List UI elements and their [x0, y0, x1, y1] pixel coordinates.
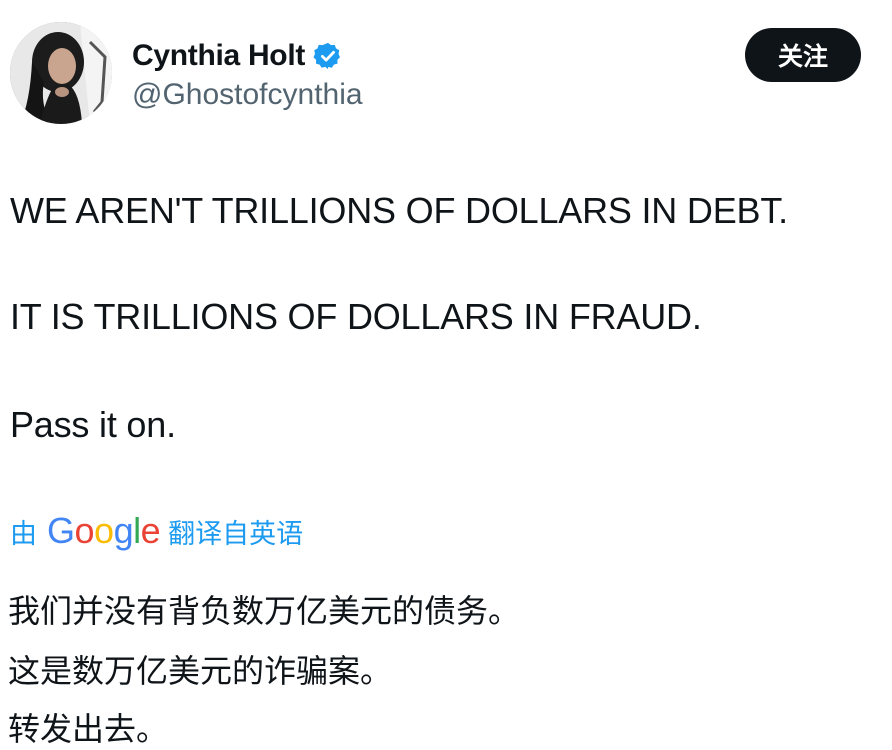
translated-text-line: 我们并没有背负数万亿美元的债务。	[8, 592, 521, 630]
tweet-text-line: IT IS TRILLIONS OF DOLLARS IN FRAUD.	[10, 296, 702, 337]
translated-text-line: 转发出去。	[8, 710, 169, 748]
tweet-text-line: WE AREN'T TRILLIONS OF DOLLARS IN DEBT.	[10, 190, 788, 231]
avatar[interactable]	[10, 22, 112, 124]
tweet-text-line: Pass it on.	[10, 404, 176, 445]
display-name[interactable]: Cynthia Holt	[132, 39, 305, 73]
verified-badge-icon	[313, 41, 343, 71]
translation-suffix: 翻译自英语	[168, 518, 304, 550]
google-logo: Google	[47, 510, 161, 551]
translation-prefix: 由	[10, 518, 37, 550]
tweet-header: Cynthia Holt @Ghostofcynthia 关注	[0, 0, 892, 140]
user-handle[interactable]: @Ghostofcynthia	[132, 78, 363, 112]
display-name-row: Cynthia Holt	[132, 36, 343, 76]
translation-attribution[interactable]: 由 Google 翻译自英语	[10, 508, 303, 554]
translated-text-line: 这是数万亿美元的诈骗案。	[8, 652, 393, 690]
avatar-photo	[10, 22, 112, 124]
follow-button[interactable]: 关注	[745, 28, 861, 82]
